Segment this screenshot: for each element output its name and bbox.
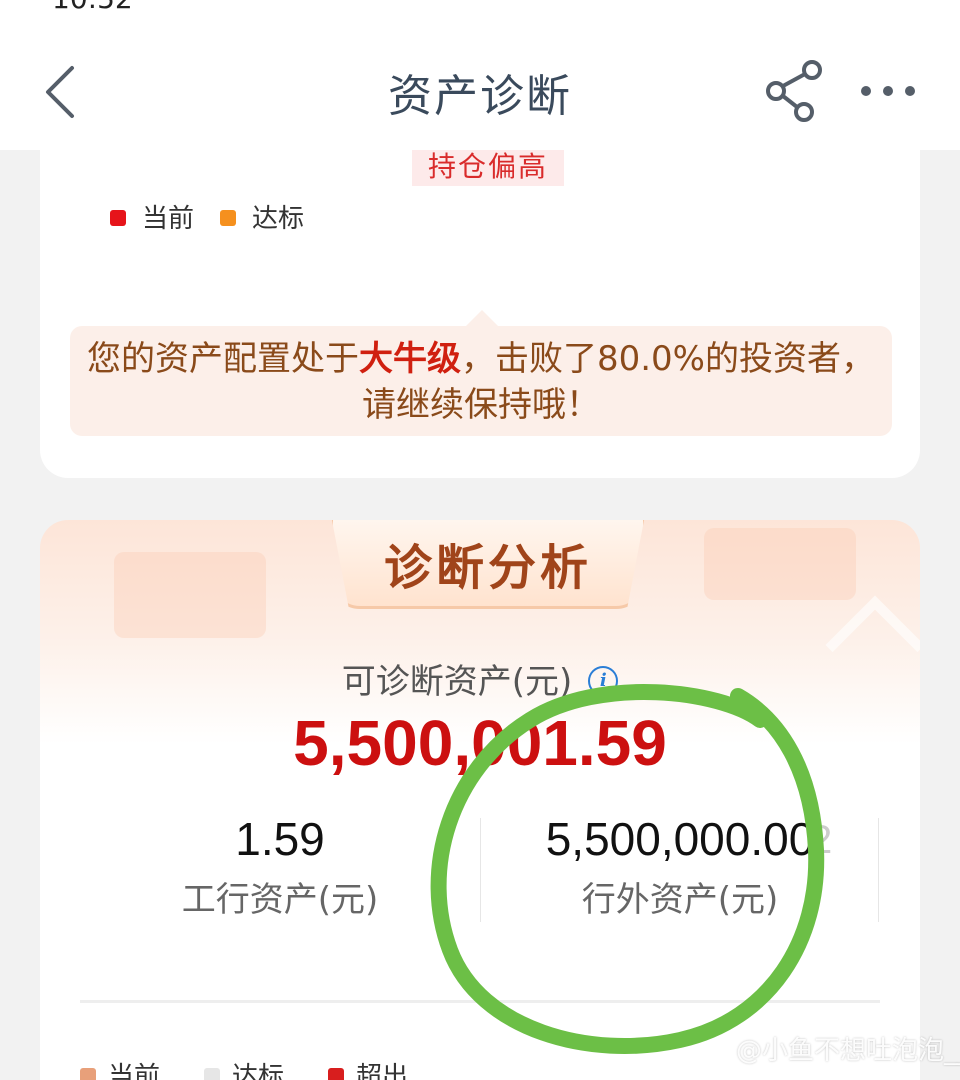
- legend-item-current: 当前: [80, 1056, 160, 1080]
- legend-swatch-target: [220, 210, 236, 226]
- legend-label: 当前: [108, 1062, 160, 1080]
- nav-bar: 资产诊断: [0, 14, 960, 150]
- asset-total: 5,500,001.59: [40, 706, 920, 780]
- legend-swatch-exceed: [328, 1068, 344, 1080]
- watermark: @小鱼不想吐泡泡__: [700, 1030, 960, 1067]
- decor-shape: [114, 552, 266, 638]
- icbc-assets-value: 1.59: [120, 812, 440, 866]
- section-title: 诊断分析: [333, 528, 643, 598]
- status-tag: 持仓偏高: [412, 150, 564, 186]
- decor-shape: [704, 528, 856, 600]
- more-icon: [856, 76, 920, 106]
- legend-item-current: 当前: [110, 198, 194, 235]
- legend-label: 当前: [142, 204, 194, 234]
- tooltip-prefix: 您的资产配置处于: [87, 339, 359, 379]
- legend-label: 超出: [356, 1062, 408, 1080]
- tooltip-text: 您的资产配置处于大牛级，击败了80.0%的投资者，请继续保持哦！: [82, 336, 880, 428]
- share-icon: [764, 58, 826, 122]
- share-button[interactable]: [764, 58, 826, 122]
- analysis-card: 诊断分析 可诊断资产(元) i 5,500,001.59 1.59 工行资产(元)…: [40, 520, 920, 1080]
- icbc-assets-label: 工行资产(元): [120, 872, 440, 921]
- legend-swatch-current: [80, 1068, 96, 1080]
- asset-label-text: 可诊断资产(元): [342, 662, 573, 702]
- asset-label: 可诊断资产(元) i: [40, 654, 920, 703]
- level-highlight: 大牛级: [359, 339, 461, 379]
- legend-item-target: 达标: [204, 1056, 284, 1080]
- legend-label: 达标: [252, 204, 304, 234]
- more-button[interactable]: [856, 76, 920, 106]
- legend-label: 达标: [232, 1062, 284, 1080]
- legend-swatch-target: [204, 1068, 220, 1080]
- status-time: 10:52: [52, 0, 133, 14]
- icbc-assets: 1.59 工行资产(元): [120, 812, 440, 921]
- status-bar: 10:52: [0, 0, 960, 14]
- weibo-icon: [700, 1040, 730, 1064]
- allocation-card: 持仓偏高 当前 达标 您的资产配置处于大牛级，击败了80.0%的投资者，请继续保…: [40, 150, 920, 478]
- column-divider: [878, 818, 879, 922]
- legend-swatch-current: [110, 210, 126, 226]
- legend-item-exceed: 超出: [328, 1056, 408, 1080]
- watermark-text: @小鱼不想吐泡泡__: [736, 1036, 960, 1066]
- section-badge: 诊断分析: [330, 520, 646, 609]
- legend-item-target: 达标: [220, 198, 304, 235]
- divider: [80, 1000, 880, 1003]
- external-assets-label: 行外资产(元): [480, 872, 880, 921]
- clipped-value: 2: [810, 818, 832, 863]
- result-tooltip: 您的资产配置处于大牛级，击败了80.0%的投资者，请继续保持哦！: [70, 326, 892, 436]
- info-icon[interactable]: i: [588, 666, 618, 696]
